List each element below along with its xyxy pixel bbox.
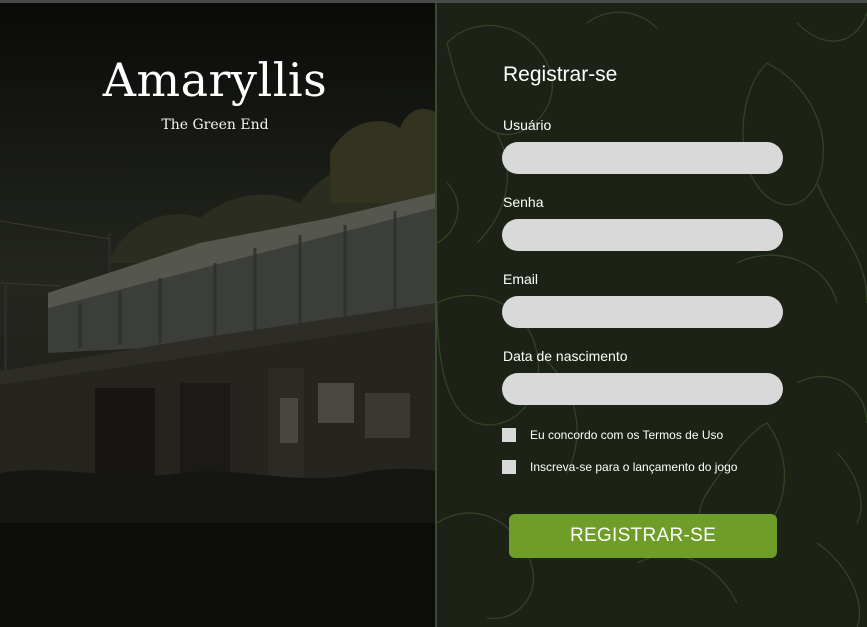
password-label: Senha: [503, 194, 544, 210]
terms-checkbox-row[interactable]: Eu concordo com os Termos de Uso: [502, 428, 723, 442]
brand-subtitle: The Green End: [161, 117, 269, 133]
email-input[interactable]: [502, 296, 783, 328]
launch-checkbox-row[interactable]: Inscreva-se para o lançamento do jogo: [502, 460, 737, 474]
terms-checkbox-label[interactable]: Eu concordo com os Termos de Uso: [530, 428, 723, 442]
hero-panel: Amaryllis The Green End: [0, 3, 436, 627]
terms-checkbox[interactable]: [502, 428, 516, 442]
username-label: Usuário: [503, 117, 552, 133]
launch-checkbox[interactable]: [502, 460, 516, 474]
launch-checkbox-label[interactable]: Inscreva-se para o lançamento do jogo: [530, 460, 737, 474]
password-input[interactable]: [502, 219, 783, 251]
register-button[interactable]: REGISTRAR-SE: [509, 514, 777, 558]
form-title: Registrar-se: [503, 63, 618, 86]
birthdate-input[interactable]: [502, 373, 783, 405]
register-panel: Registrar-se Usuário Senha Email Data de…: [437, 3, 867, 627]
brand-title: Amaryllis: [102, 53, 328, 107]
email-label: Email: [503, 271, 539, 287]
birthdate-label: Data de nascimento: [503, 348, 628, 364]
username-input[interactable]: [502, 142, 783, 174]
